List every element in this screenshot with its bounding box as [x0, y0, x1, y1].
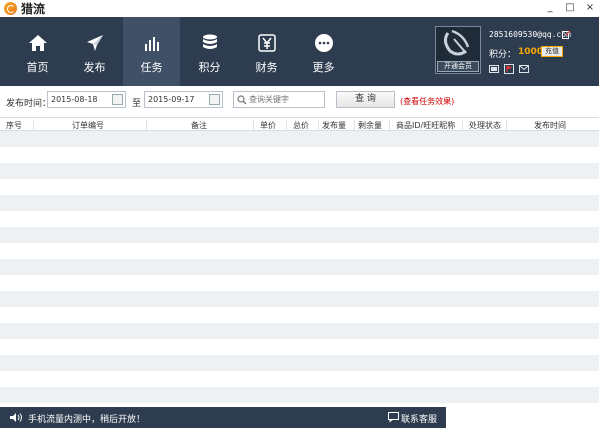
nav-label-publish: 发布: [83, 61, 106, 74]
app-title: 猎流: [21, 2, 46, 16]
avatar-logo-icon: [443, 29, 470, 56]
speaker-icon: [9, 412, 23, 426]
table-row: [0, 275, 599, 291]
table-row: [0, 355, 599, 371]
status-message: 手机流量内测中，稍后开放！: [28, 415, 146, 425]
table-body: [0, 131, 599, 406]
column-header-remaining-qty[interactable]: 剩余量: [358, 120, 382, 131]
table-row: [0, 339, 599, 355]
to-label: 至: [132, 99, 142, 109]
chat-icon[interactable]: [388, 412, 399, 425]
user-toolbar: [489, 64, 529, 74]
coins-icon: [199, 32, 221, 54]
column-divider[interactable]: [318, 120, 319, 130]
nav-label-home: 首页: [26, 61, 49, 74]
column-header-publish-time[interactable]: 发布时间: [534, 120, 566, 131]
home-icon: [27, 32, 49, 54]
app-logo-icon: [4, 2, 17, 15]
table-row: [0, 195, 599, 211]
calendar-icon[interactable]: [112, 94, 123, 105]
table-row: [0, 179, 599, 195]
column-header-status[interactable]: 处理状态: [469, 120, 501, 131]
column-divider[interactable]: [286, 120, 287, 130]
flag-icon[interactable]: [504, 64, 514, 74]
table-row: [0, 147, 599, 163]
bar-chart-icon: [141, 32, 163, 54]
table-row: [0, 243, 599, 259]
filter-bar: 发布时间： 2015-08-18 至 2015-09-17 查 询 (查看任务效…: [0, 86, 599, 117]
nav-item-home[interactable]: 首页: [9, 17, 66, 86]
table-row: [0, 259, 599, 275]
nav-item-tasks[interactable]: 任务: [123, 17, 180, 86]
column-divider[interactable]: [33, 120, 34, 130]
recharge-button[interactable]: 充值: [541, 46, 563, 57]
close-button[interactable]: ×: [585, 2, 595, 14]
column-header-remark[interactable]: 备注: [191, 120, 207, 131]
contact-support-link[interactable]: 联系客服: [401, 412, 437, 425]
column-divider[interactable]: [462, 120, 463, 130]
points-value: 1000: [518, 47, 544, 57]
table-row: [0, 163, 599, 179]
column-divider[interactable]: [389, 120, 390, 130]
search-input[interactable]: [249, 93, 323, 106]
date-to-input[interactable]: 2015-09-17: [144, 91, 223, 108]
column-header-order-id[interactable]: 订单编号: [72, 120, 104, 131]
view-task-effect-link[interactable]: (查看任务效果): [400, 96, 454, 107]
nav-label-points: 积分: [198, 61, 221, 74]
message-icon[interactable]: [489, 64, 499, 74]
search-box[interactable]: [233, 91, 325, 108]
search-icon: [237, 95, 247, 108]
nav-item-more[interactable]: 更多: [295, 17, 352, 86]
column-header-total-price[interactable]: 总价: [293, 120, 309, 131]
minimize-button[interactable]: _: [545, 2, 555, 14]
publish-time-label: 发布时间：: [6, 99, 52, 109]
table-row: [0, 211, 599, 227]
paper-plane-icon: [84, 32, 106, 54]
table-row: [0, 307, 599, 323]
date-to-value: 2015-09-17: [148, 95, 195, 104]
status-bar: 手机流量内测中，稍后开放！ 联系客服: [0, 407, 446, 428]
column-header-publish-qty[interactable]: 发布量: [322, 120, 346, 131]
column-divider[interactable]: [146, 120, 147, 130]
maximize-button[interactable]: □: [565, 2, 575, 14]
yen-icon: [256, 32, 278, 54]
nav-label-tasks: 任务: [140, 61, 163, 74]
more-dots-icon: [313, 32, 335, 54]
query-button[interactable]: 查 询: [336, 91, 395, 108]
main-nav: 首页 发布 任务 积分 财务 更多 开通会员 2851609530@qq.com…: [0, 17, 599, 86]
title-bar: 猎流 _ □ ×: [0, 0, 599, 17]
open-membership-button[interactable]: 开通会员: [437, 61, 479, 72]
table-row: [0, 371, 599, 387]
column-header-unit-price[interactable]: 单价: [260, 120, 276, 131]
nav-label-more: 更多: [312, 61, 335, 74]
points-label: 积分：: [489, 50, 517, 60]
table-row: [0, 227, 599, 243]
window-controls: _ □ ×: [545, 2, 595, 14]
column-header-product-id[interactable]: 商品ID/旺旺昵称: [396, 120, 455, 131]
table-header: 序号 订单编号 备注 单价 总价 发布量 剩余量 商品ID/旺旺昵称 处理状态 …: [0, 117, 599, 131]
edit-icon[interactable]: [562, 30, 571, 42]
nav-item-publish[interactable]: 发布: [66, 17, 123, 86]
nav-item-finance[interactable]: 财务: [238, 17, 295, 86]
mail-icon[interactable]: [519, 64, 529, 74]
status-bar-blank: [446, 407, 599, 428]
table-row: [0, 323, 599, 339]
nav-label-finance: 财务: [255, 61, 278, 74]
column-divider[interactable]: [253, 120, 254, 130]
date-from-input[interactable]: 2015-08-18: [47, 91, 126, 108]
column-header-index[interactable]: 序号: [6, 120, 22, 131]
user-email: 2851609530@qq.com: [489, 30, 571, 39]
nav-item-points[interactable]: 积分: [181, 17, 238, 86]
table-row: [0, 291, 599, 307]
column-divider[interactable]: [506, 120, 507, 130]
date-from-value: 2015-08-18: [51, 95, 98, 104]
calendar-icon[interactable]: [209, 94, 220, 105]
table-row: [0, 131, 599, 147]
table-row: [0, 387, 599, 403]
column-divider[interactable]: [354, 120, 355, 130]
